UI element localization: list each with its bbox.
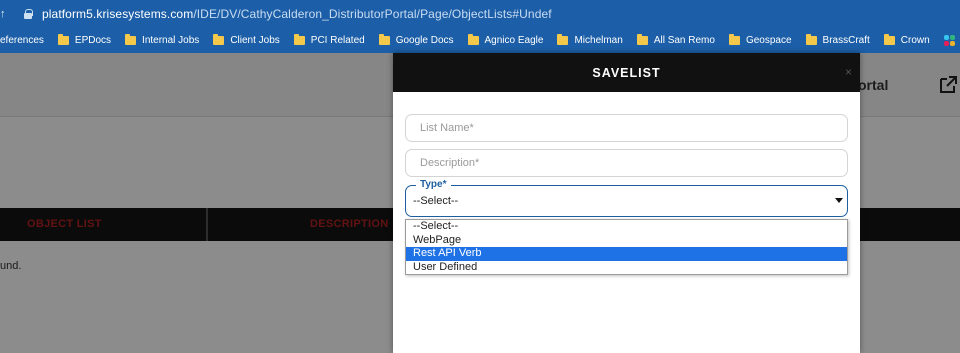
bookmark-item[interactable]: All San Remo — [636, 34, 715, 46]
type-label: Type* — [416, 179, 451, 190]
bookmark-label: Client Jobs — [230, 35, 280, 46]
bookmark-item[interactable]: Crown — [883, 34, 930, 46]
lock-icon — [22, 9, 34, 19]
bookmark-item[interactable]: PCI Related — [293, 34, 365, 46]
modal-title: SAVELIST — [592, 65, 661, 80]
bookmark-label: Agnico Eagle — [484, 35, 544, 46]
folder-icon — [213, 34, 225, 45]
folder-icon — [883, 34, 895, 45]
url-path: /IDE/DV/CathyCalderon_DistributorPortal/… — [193, 7, 552, 21]
bookmark-label: Crown — [900, 35, 930, 46]
refresh-icon[interactable]: ↑ — [0, 8, 12, 20]
bookmark-label: Google Docs — [395, 35, 454, 46]
bookmark-label: PCI Related — [310, 35, 365, 46]
list-name-input[interactable] — [420, 122, 833, 134]
description-field[interactable] — [405, 149, 848, 177]
folder-icon — [636, 34, 648, 45]
bookmark-item[interactable]: Client Jobs — [213, 34, 280, 46]
bookmark-item[interactable]: Geospace — [728, 34, 792, 46]
type-select[interactable]: Type* --Select-- — [405, 179, 848, 217]
folder-icon — [293, 34, 305, 45]
bookmark-item[interactable]: Internal Jobs — [125, 34, 200, 46]
bookmark-item[interactable]: BrassCraft — [805, 34, 870, 46]
folder-icon — [557, 34, 569, 45]
bookmark-item[interactable]: eferences — [0, 35, 44, 46]
type-option-select[interactable]: --Select-- — [406, 220, 847, 234]
caret-down-icon[interactable] — [835, 198, 843, 203]
bookmark-label: Internal Jobs — [142, 35, 200, 46]
slack-icon — [943, 35, 955, 46]
url-text[interactable]: platform5.krisesystems.com/IDE/DV/CathyC… — [42, 7, 552, 21]
type-option-user-defined[interactable]: User Defined — [406, 261, 847, 275]
save-list-modal: SAVELIST × Type* --Select-- --Select-- W… — [393, 53, 860, 353]
url-host: platform5.krisesystems.com — [42, 7, 194, 21]
bookmark-label: Michelman — [574, 35, 623, 46]
bookmark-item[interactable]: Slack — [943, 35, 960, 46]
bookmark-label: BrassCraft — [822, 35, 870, 46]
description-input[interactable] — [420, 157, 833, 169]
bookmark-label: Geospace — [745, 35, 792, 46]
folder-icon — [378, 34, 390, 45]
bookmark-label: EPDocs — [74, 35, 112, 46]
type-option-rest-api-verb[interactable]: Rest API Verb — [406, 247, 847, 261]
close-icon[interactable]: × — [845, 65, 852, 79]
folder-icon — [125, 34, 137, 45]
list-name-field[interactable] — [405, 114, 848, 142]
folder-icon — [467, 34, 479, 45]
folder-icon — [728, 34, 740, 45]
folder-icon — [805, 34, 817, 45]
type-option-webpage[interactable]: WebPage — [406, 234, 847, 248]
folder-icon — [57, 34, 69, 45]
bookmark-item[interactable]: Michelman — [557, 34, 623, 46]
modal-header: SAVELIST × — [393, 53, 860, 92]
bookmark-item[interactable]: Agnico Eagle — [467, 34, 544, 46]
address-bar[interactable]: ↑ platform5.krisesystems.com/IDE/DV/Cath… — [0, 0, 960, 28]
bookmark-label: All San Remo — [653, 35, 715, 46]
bookmarks-bar: eferences EPDocs Internal Jobs Client Jobs P… — [0, 28, 960, 53]
type-select-value: --Select-- — [413, 195, 459, 207]
bookmark-item[interactable]: EPDocs — [57, 34, 112, 46]
type-dropdown-list: --Select-- WebPage Rest API Verb User De… — [405, 219, 848, 275]
bookmark-label: eferences — [0, 35, 44, 46]
bookmark-item[interactable]: Google Docs — [378, 34, 454, 46]
